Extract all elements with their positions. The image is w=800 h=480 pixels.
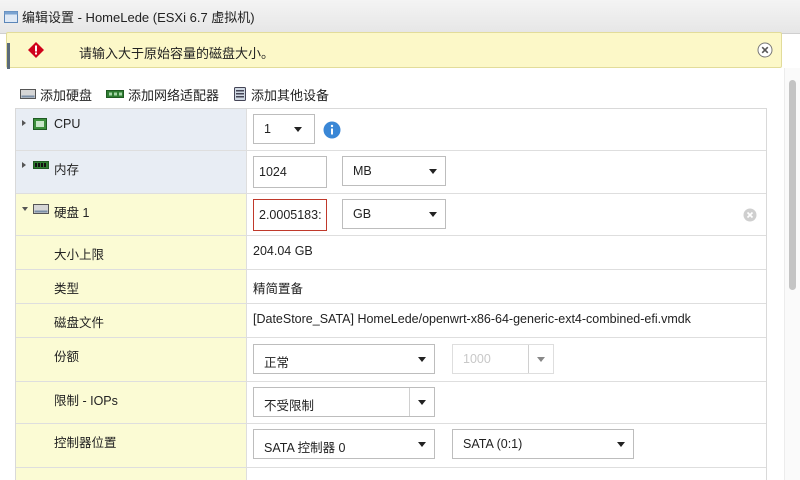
- shares-number-field: 1000: [452, 344, 554, 374]
- controller-label-cell: 控制器位置: [16, 424, 247, 467]
- controller-label: 控制器位置: [54, 436, 117, 450]
- memory-unit-select[interactable]: MB: [342, 156, 446, 186]
- disk-value-cell: 2.0005183: GB: [247, 194, 766, 235]
- shares-select[interactable]: 正常: [253, 344, 435, 374]
- disk-file-value-cell: [DateStore_SATA] HomeLede/openwrt-x86-64…: [247, 304, 766, 337]
- limit-iops-value: 不受限制: [264, 399, 315, 413]
- type-value: 精简置备: [253, 282, 304, 296]
- disk-file-label-cell: 磁盘文件: [16, 304, 247, 337]
- controller-select[interactable]: SATA 控制器 0: [253, 429, 435, 459]
- device-table: CPU 1 内存 1024 MB 硬盘 1 2.0005183: GB 大小上限…: [15, 108, 767, 480]
- add-network-adapter-label: 添加网络适配器: [128, 87, 220, 103]
- close-icon[interactable]: [757, 42, 773, 58]
- limit-iops-value-cell: 不受限制: [247, 382, 766, 423]
- max-size-value: 204.04 GB: [253, 244, 313, 258]
- disk-file-label: 磁盘文件: [54, 316, 105, 330]
- controller-value-cell: SATA 控制器 0 SATA (0:1): [247, 424, 766, 467]
- max-size-label-cell: 大小上限: [16, 236, 247, 269]
- toolbar: 添加硬盘 添加网络适配器 添加其他设备: [20, 84, 329, 104]
- info-icon[interactable]: [323, 121, 341, 139]
- error-icon: [28, 42, 44, 58]
- type-label: 类型: [54, 282, 80, 296]
- device-icon: [234, 87, 247, 101]
- remove-device-icon[interactable]: [743, 208, 757, 222]
- cpu-count-value: 1: [264, 122, 271, 136]
- select-divider: [409, 388, 410, 416]
- vm-window-icon: [4, 10, 18, 23]
- cpu-row: CPU 1: [16, 109, 766, 151]
- banner-stripe: [7, 43, 10, 69]
- chevron-down-icon: [418, 357, 426, 362]
- shares-label-cell: 份额: [16, 338, 247, 381]
- scrollbar-thumb[interactable]: [789, 80, 796, 290]
- next-row-label-cell: [16, 468, 247, 480]
- collapse-arrow-icon[interactable]: [22, 207, 28, 211]
- limit-iops-label-cell: 限制 - IOPs: [16, 382, 247, 423]
- error-message: 请输入大于原始容量的磁盘大小。: [79, 46, 275, 61]
- add-disk-button[interactable]: 添加硬盘: [20, 85, 92, 104]
- cpu-value-cell: 1: [247, 109, 766, 150]
- chevron-down-icon: [429, 169, 437, 174]
- memory-size-input[interactable]: 1024: [253, 156, 327, 188]
- shares-row: 份额 正常 1000: [16, 338, 766, 382]
- expand-arrow-icon[interactable]: [22, 120, 26, 126]
- memory-label-cell[interactable]: 内存: [16, 151, 247, 193]
- type-label-cell: 类型: [16, 270, 247, 303]
- disk-size-input[interactable]: 2.0005183:: [253, 199, 327, 231]
- network-card-icon: [106, 90, 125, 98]
- shares-label: 份额: [54, 350, 80, 364]
- window-titlebar: 编辑设置 - HomeLede (ESXi 6.7 虚拟机): [0, 0, 800, 34]
- max-size-value-cell: 204.04 GB: [247, 236, 766, 269]
- disk-icon: [20, 89, 36, 99]
- max-size-row: 大小上限 204.04 GB: [16, 236, 766, 270]
- window-title: 编辑设置 - HomeLede (ESXi 6.7 虚拟机): [22, 10, 255, 25]
- add-other-device-label: 添加其他设备: [251, 87, 330, 103]
- limit-iops-row: 限制 - IOPs 不受限制: [16, 382, 766, 424]
- max-size-label: 大小上限: [54, 248, 105, 262]
- add-disk-label: 添加硬盘: [40, 87, 93, 103]
- chevron-down-icon: [294, 127, 302, 132]
- controller-row: 控制器位置 SATA 控制器 0 SATA (0:1): [16, 424, 766, 468]
- type-value-cell: 精简置备: [247, 270, 766, 303]
- disk-file-value: [DateStore_SATA] HomeLede/openwrt-x86-64…: [253, 312, 691, 326]
- controller-port-select[interactable]: SATA (0:1): [452, 429, 634, 459]
- vertical-scrollbar[interactable]: [784, 68, 800, 480]
- shares-value: 正常: [264, 356, 290, 370]
- disk-file-row: 磁盘文件 [DateStore_SATA] HomeLede/openwrt-x…: [16, 304, 766, 338]
- disk-label: 硬盘 1: [54, 206, 90, 220]
- controller-port-value: SATA (0:1): [463, 437, 523, 451]
- disk-row: 硬盘 1 2.0005183: GB: [16, 194, 766, 236]
- chevron-down-icon: [537, 357, 545, 362]
- chevron-down-icon: [418, 442, 426, 447]
- add-network-adapter-button[interactable]: 添加网络适配器: [106, 85, 219, 104]
- chevron-down-icon: [418, 400, 426, 405]
- chevron-down-icon: [617, 442, 625, 447]
- disk-unit-value: GB: [353, 207, 372, 221]
- shares-value-cell: 正常 1000: [247, 338, 766, 381]
- memory-row: 内存 1024 MB: [16, 151, 766, 194]
- type-row: 类型 精简置备: [16, 270, 766, 304]
- shares-number-value: 1000: [463, 352, 491, 366]
- controller-value: SATA 控制器 0: [264, 441, 346, 455]
- disk-unit-select[interactable]: GB: [342, 199, 446, 229]
- add-other-device-button[interactable]: 添加其他设备: [233, 85, 329, 104]
- disk-label-cell[interactable]: 硬盘 1: [16, 194, 247, 235]
- next-row-value-cell: [247, 468, 766, 480]
- spinner-divider: [528, 345, 529, 373]
- expand-arrow-icon[interactable]: [22, 162, 26, 168]
- memory-value-cell: 1024 MB: [247, 151, 766, 193]
- memory-label: 内存: [54, 163, 80, 177]
- cpu-label-cell[interactable]: CPU: [16, 109, 247, 150]
- memory-unit-value: MB: [353, 164, 372, 178]
- cpu-label: CPU: [54, 117, 81, 131]
- memory-icon: [33, 161, 49, 169]
- next-row-partial: [16, 468, 766, 480]
- cpu-icon: [33, 118, 47, 130]
- hard-disk-icon: [33, 204, 49, 214]
- cpu-count-select[interactable]: 1: [253, 114, 315, 144]
- error-banner: 请输入大于原始容量的磁盘大小。: [6, 32, 782, 69]
- limit-iops-label: 限制 - IOPs: [54, 394, 118, 408]
- chevron-down-icon: [429, 212, 437, 217]
- limit-iops-select[interactable]: 不受限制: [253, 387, 435, 417]
